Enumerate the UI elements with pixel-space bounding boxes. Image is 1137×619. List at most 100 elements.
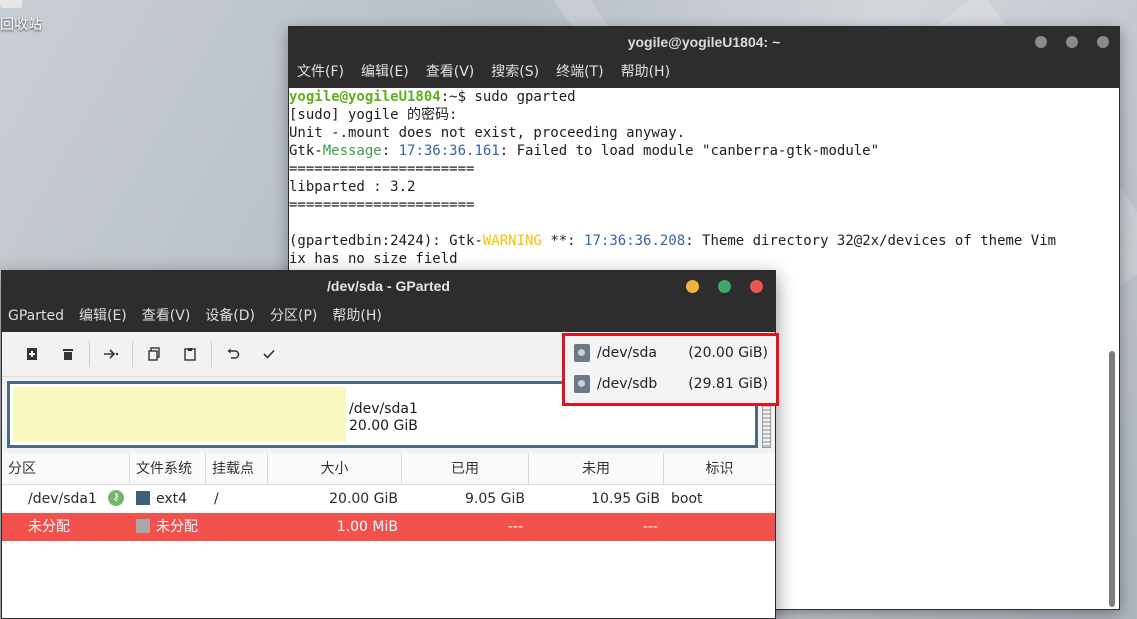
copy-icon	[148, 347, 160, 361]
terminal-menubar: 文件(F) 编辑(E) 查看(V) 搜索(S) 终端(T) 帮助(H)	[289, 57, 1119, 88]
device-selector-popup[interactable]: /dev/sda (20.00 GiB) /dev/sdb (29.81 GiB…	[562, 333, 779, 406]
partition-block-size: 20.00 GiB	[349, 418, 418, 434]
column-flags[interactable]: 标识	[664, 453, 775, 484]
terminal-titlebar[interactable]: yogile@yogileU1804: ~	[289, 27, 1119, 57]
warning-tag: WARNING	[482, 233, 542, 249]
menu-device[interactable]: 设备(D)	[205, 301, 255, 332]
partition-block-name: /dev/sda1	[349, 401, 418, 417]
cell-mountpoint: /	[214, 491, 219, 507]
harddisk-icon	[574, 344, 590, 362]
prompt-user: yogile@yogileU1804	[289, 89, 441, 105]
terminal-line: ======================	[289, 161, 475, 177]
toolbar-separator	[211, 341, 212, 367]
terminal-line: [sudo] yogile 的密码:	[289, 107, 458, 123]
device-item-sdb[interactable]: /dev/sdb (29.81 GiB)	[565, 370, 776, 398]
copy-button[interactable]	[136, 339, 172, 369]
terminal-output[interactable]: yogile@yogileU1804:~$ sudo gparted [sudo…	[289, 88, 1119, 268]
terminal-line: (gpartedbin:2424): Gtk-WARNING **: 17:36…	[289, 232, 1119, 250]
column-filesystem[interactable]: 文件系统	[130, 453, 206, 484]
text: **:	[541, 233, 585, 249]
toolbar-separator	[89, 341, 90, 367]
maximize-button[interactable]	[718, 280, 731, 293]
menu-terminal[interactable]: 终端(T)	[556, 57, 603, 88]
cell-partition: 未分配	[28, 519, 70, 535]
text: :	[381, 143, 399, 159]
menu-file[interactable]: 文件(F)	[297, 57, 344, 88]
table-row-selected[interactable]: 未分配 未分配 1.00 MiB --- ---	[2, 513, 775, 541]
desktop-trash-label[interactable]: 回收站	[0, 14, 42, 34]
menu-search[interactable]: 搜索(S)	[491, 57, 539, 88]
paste-button[interactable]	[172, 339, 208, 369]
terminal-line: ======================	[289, 197, 475, 213]
terminal-line: ix has no size field	[289, 251, 458, 267]
cell-partition: /dev/sda1	[28, 491, 97, 507]
trash-icon	[63, 349, 73, 360]
cell-size: 1.00 MiB	[336, 519, 398, 535]
prompt-command: :~$ sudo gparted	[440, 89, 576, 105]
device-size: (20.00 GiB)	[688, 345, 768, 361]
cell-filesystem: ext4	[156, 491, 188, 507]
cell-flags: boot	[671, 491, 703, 507]
filesystem-color-swatch	[136, 491, 150, 505]
gparted-titlebar[interactable]: /dev/sda - GParted	[2, 271, 775, 301]
cell-filesystem: 未分配	[156, 519, 198, 535]
trash-icon[interactable]	[0, 0, 22, 8]
close-button[interactable]	[1097, 36, 1109, 48]
column-used[interactable]: 已用	[402, 453, 529, 484]
apply-button[interactable]	[251, 339, 287, 369]
partition-block-label: /dev/sda1 20.00 GiB	[349, 401, 418, 435]
text: : Failed to load module "canberra-gtk-mo…	[499, 143, 880, 159]
column-unused[interactable]: 未用	[529, 453, 664, 484]
resize-move-button[interactable]	[93, 339, 129, 369]
menu-help[interactable]: 帮助(H)	[621, 57, 670, 88]
gparted-title: /dev/sda - GParted	[327, 278, 450, 294]
message-tag: Message	[322, 143, 382, 159]
delete-partition-button[interactable]	[50, 339, 86, 369]
menu-edit[interactable]: 编辑(E)	[79, 301, 127, 332]
maximize-button[interactable]	[1066, 36, 1078, 48]
menu-gparted[interactable]: GParted	[8, 301, 64, 332]
undo-button[interactable]	[215, 339, 251, 369]
gparted-window[interactable]: /dev/sda - GParted GParted 编辑(E) 查看(V) 设…	[1, 270, 776, 619]
column-size[interactable]: 大小	[268, 453, 402, 484]
resize-icon	[104, 349, 119, 359]
filesystem-color-swatch	[136, 519, 150, 533]
text: (gpartedbin:2424): Gtk-	[289, 233, 483, 249]
device-item-sda[interactable]: /dev/sda (20.00 GiB)	[565, 339, 776, 367]
partition-used-fill	[13, 387, 346, 442]
new-partition-button[interactable]	[14, 339, 50, 369]
cell-unused: ---	[642, 519, 658, 535]
terminal-line: Unit -.mount does not exist, proceeding …	[289, 125, 686, 141]
column-mountpoint[interactable]: 挂载点	[206, 453, 268, 484]
menu-partition[interactable]: 分区(P)	[270, 301, 317, 332]
menu-view[interactable]: 查看(V)	[142, 301, 191, 332]
device-name: /dev/sda	[597, 345, 657, 361]
minimize-button[interactable]	[1035, 36, 1047, 48]
minimize-button[interactable]	[686, 280, 699, 293]
cell-unused: 10.95 GiB	[591, 491, 660, 507]
partition-table-header: 分区 文件系统 挂载点 大小 已用 未用 标识	[2, 453, 775, 485]
undo-icon	[227, 348, 240, 359]
harddisk-icon	[574, 375, 590, 393]
table-row[interactable]: /dev/sda1 ⚷ ext4 / 20.00 GiB 9.05 GiB 10…	[2, 485, 775, 513]
device-size: (29.81 GiB)	[688, 376, 768, 392]
timestamp: 17:36:36.208	[584, 233, 686, 249]
menu-edit[interactable]: 编辑(E)	[361, 57, 409, 88]
toolbar-separator	[132, 341, 133, 367]
terminal-scrollbar[interactable]	[1109, 351, 1115, 607]
close-button[interactable]	[750, 280, 763, 293]
terminal-title: yogile@yogileU1804: ~	[627, 34, 781, 50]
new-icon	[27, 348, 37, 360]
menu-help[interactable]: 帮助(H)	[332, 301, 381, 332]
text: Gtk-	[289, 143, 323, 159]
cell-used: 9.05 GiB	[465, 491, 525, 507]
terminal-line: Gtk-Message: 17:36:36.161: Failed to loa…	[289, 142, 1119, 160]
gparted-menubar: GParted 编辑(E) 查看(V) 设备(D) 分区(P) 帮助(H)	[2, 301, 775, 332]
column-partition[interactable]: 分区	[2, 453, 130, 484]
menu-view[interactable]: 查看(V)	[426, 57, 475, 88]
terminal-line: libparted : 3.2	[289, 179, 416, 195]
mounted-key-icon: ⚷	[108, 490, 124, 506]
cell-used: ---	[507, 519, 523, 535]
terminal-line: yogile@yogileU1804:~$ sudo gparted	[289, 88, 1119, 106]
